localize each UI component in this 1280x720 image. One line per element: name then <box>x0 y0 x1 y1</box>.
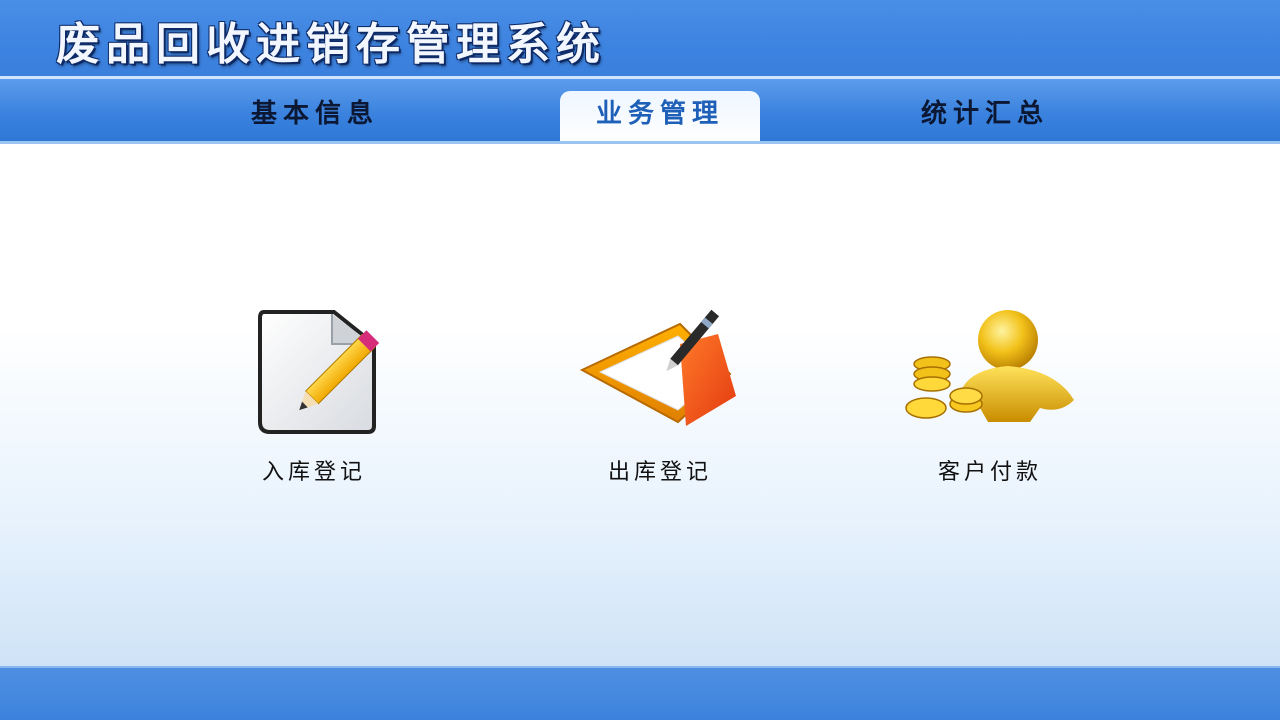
edit-document-icon <box>214 304 414 434</box>
feature-label: 客户付款 <box>937 460 1042 485</box>
tab-bar: 基本信息 业务管理 统计汇总 <box>0 79 1280 143</box>
feature-label: 入库登记 <box>261 460 366 485</box>
title-bar: 废品回收进销存管理系统 <box>0 0 1280 76</box>
tab-statistics-summary[interactable]: 统计汇总 <box>870 79 1100 143</box>
tab-label: 业务管理 <box>595 98 724 129</box>
tab-business-management[interactable]: 业务管理 <box>560 91 760 143</box>
customer-coins-icon <box>890 304 1090 434</box>
main-content: 入库登记 出库登记 客户付款 <box>0 144 1280 666</box>
stock-out-register-button[interactable]: 出库登记 <box>560 304 760 485</box>
folder-pen-icon <box>560 304 760 434</box>
tab-basic-info[interactable]: 基本信息 <box>200 79 430 143</box>
tab-label: 基本信息 <box>250 98 379 129</box>
app-window: 废品回收进销存管理系统 基本信息 业务管理 统计汇总 入库登记 出库登记 客户付… <box>0 0 1280 720</box>
customer-payment-button[interactable]: 客户付款 <box>890 304 1090 485</box>
app-title: 废品回收进销存管理系统 <box>56 19 606 70</box>
stock-in-register-button[interactable]: 入库登记 <box>214 304 414 485</box>
feature-label: 出库登记 <box>607 460 712 485</box>
tab-label: 统计汇总 <box>920 98 1049 129</box>
status-footer <box>0 666 1280 720</box>
